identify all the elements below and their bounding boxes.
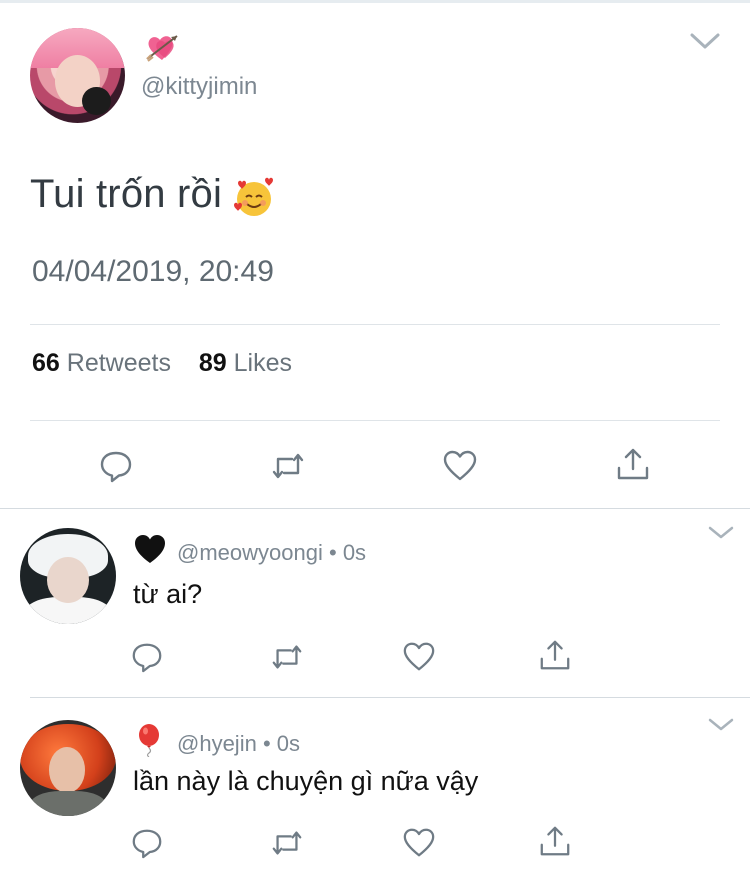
likes-label[interactable]: Likes — [234, 349, 292, 377]
reply-icon[interactable] — [98, 448, 134, 484]
avatar[interactable] — [20, 528, 116, 624]
smiling-face-with-hearts-icon — [232, 175, 276, 219]
reply-text: lần này là chuyện gì nữa vậy — [133, 766, 479, 796]
divider — [0, 508, 750, 509]
reply-icon[interactable] — [130, 826, 164, 860]
retweet-icon[interactable] — [270, 826, 304, 860]
top-border — [0, 0, 750, 3]
divider — [30, 697, 750, 698]
like-icon[interactable] — [402, 826, 436, 860]
share-icon[interactable] — [615, 446, 651, 482]
black-heart-icon — [133, 533, 167, 565]
likes-count[interactable]: 89 — [199, 349, 227, 377]
tweet-stats: 66 Retweets 89 Likes — [32, 349, 292, 378]
chevron-down-icon[interactable] — [707, 525, 735, 541]
tweet-timestamp: 04/04/2019, 20:49 — [32, 255, 274, 288]
share-icon[interactable] — [538, 824, 572, 858]
like-icon[interactable] — [442, 448, 478, 484]
username-handle[interactable]: @kittyjimin — [141, 73, 257, 101]
divider — [30, 420, 720, 421]
retweet-icon[interactable] — [270, 640, 304, 674]
retweet-icon[interactable] — [270, 448, 306, 484]
retweets-label[interactable]: Retweets — [67, 349, 171, 377]
reply-icon[interactable] — [130, 640, 164, 674]
avatar[interactable] — [30, 28, 125, 123]
chevron-down-icon[interactable] — [707, 717, 735, 733]
divider — [30, 324, 720, 325]
reply-handle[interactable]: @meowyoongi • 0s — [177, 540, 366, 566]
retweets-count[interactable]: 66 — [32, 349, 60, 377]
chevron-down-icon[interactable] — [689, 30, 721, 52]
tweet-text: Tui trốn rồi — [30, 172, 223, 216]
reply-text: từ ai? — [133, 579, 203, 609]
balloon-icon — [136, 723, 162, 758]
reply-handle[interactable]: @hyejin • 0s — [177, 731, 300, 757]
like-icon[interactable] — [402, 640, 436, 674]
avatar[interactable] — [20, 720, 116, 816]
share-icon[interactable] — [538, 638, 572, 672]
heart-with-arrow-icon — [145, 32, 179, 64]
